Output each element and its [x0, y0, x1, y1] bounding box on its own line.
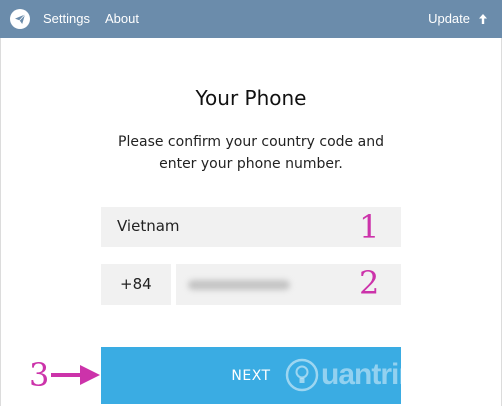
telegram-logo-icon[interactable]: [10, 9, 30, 29]
country-code-field[interactable]: +84: [101, 264, 171, 305]
blurred-phone-number: [188, 280, 290, 290]
country-select[interactable]: Vietnam: [101, 207, 401, 247]
country-value: Vietnam: [117, 217, 180, 235]
top-bar: Settings About Update: [0, 0, 502, 38]
country-code-value: +84: [120, 275, 152, 293]
update-button[interactable]: Update: [428, 11, 488, 26]
instructions-line-1: Please confirm your country code and: [118, 134, 384, 150]
step-marker-1: 1: [359, 208, 380, 246]
settings-link[interactable]: Settings: [43, 11, 90, 26]
step-marker-2: 2: [359, 264, 380, 302]
annotation-arrow-icon: [51, 365, 100, 385]
step-marker-3: 3: [29, 356, 50, 394]
update-label: Update: [428, 11, 470, 26]
watermark-text: uantrimang: [321, 358, 475, 391]
about-link[interactable]: About: [105, 11, 139, 26]
instructions-text: Please confirm your country code and ent…: [0, 131, 502, 175]
page-title: Your Phone: [195, 86, 307, 110]
lightbulb-icon: [285, 358, 319, 392]
instructions-line-2: enter your phone number.: [159, 156, 343, 172]
arrow-up-icon: [479, 13, 487, 24]
